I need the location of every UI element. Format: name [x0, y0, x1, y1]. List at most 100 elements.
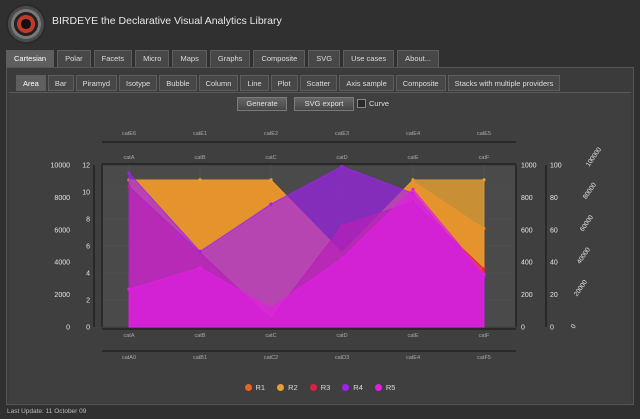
subtab-isotype[interactable]: Isotype: [119, 75, 158, 91]
legend-swatch-icon: [309, 383, 317, 391]
tick-label-bottom-outer: catE4: [406, 355, 420, 361]
subtab-composite[interactable]: Composite: [395, 75, 446, 91]
tab-use-cases[interactable]: Use cases: [343, 50, 395, 67]
legend-swatch-icon: [342, 383, 350, 391]
app-title: BIRDEYE the Declarative Visual Analytics…: [52, 15, 282, 27]
subtab-stacks-with-multiple-providers[interactable]: Stacks with multiple providers: [447, 75, 561, 91]
subtab-piramyd[interactable]: Piramyd: [75, 75, 118, 91]
tick-label-bottom-inner: catF: [479, 333, 490, 339]
tab-composite[interactable]: Composite: [253, 50, 306, 67]
tick-label-top-outer: catE1: [193, 131, 207, 137]
point-r5: [340, 256, 344, 260]
tick-label-bottom-inner: catD: [336, 333, 347, 339]
legend-label: R4: [353, 382, 363, 392]
tick-label-right-inner: 400: [521, 260, 533, 267]
legend-label: R2: [288, 382, 298, 392]
tick-label-left-outer: 0: [66, 325, 70, 332]
tick-label-bottom-inner: catE: [407, 333, 418, 339]
tick-label-right-outer: 80000: [582, 181, 598, 200]
subtab-area[interactable]: Area: [16, 75, 46, 91]
subtab-column[interactable]: Column: [198, 75, 239, 91]
tick-label-bottom-outer: catB1: [193, 355, 207, 361]
subtab-bar[interactable]: Bar: [47, 75, 74, 91]
legend-item-r5: R5: [374, 381, 395, 393]
point-r4: [269, 202, 273, 206]
tick-label-top-inner: catC: [265, 155, 276, 161]
point-r3: [482, 267, 486, 271]
tick-label-top-inner: catF: [479, 155, 490, 161]
point-r2: [411, 178, 415, 182]
tick-label-right-outer: 40000: [576, 246, 592, 265]
tick-label-right-mid: 20: [550, 292, 558, 299]
tick-label-bottom-outer: catF5: [477, 355, 491, 361]
tick-label-right-outer: 100000: [585, 146, 603, 168]
point-r5: [482, 272, 486, 276]
tick-label-right-mid: 40: [550, 260, 558, 267]
tick-label-top-outer: catE5: [477, 131, 491, 137]
main-tabbar: Cartesian Polar Facets Micro Maps Graphs Compo…: [6, 50, 440, 67]
point-r2: [198, 178, 202, 182]
point-r4: [340, 164, 344, 168]
tick-label-bottom-outer: catD3: [335, 355, 349, 361]
tick-label-top-inner: catA: [123, 155, 134, 161]
legend-item-r4: R4: [342, 381, 363, 393]
tab-facets[interactable]: Facets: [93, 50, 133, 67]
tick-label-left-inner: 4: [86, 271, 90, 278]
tick-label-top-inner: catE: [407, 155, 418, 161]
point-r5: [269, 306, 273, 310]
tick-label-left-inner: 6: [86, 244, 90, 251]
tick-label-right-mid: 80: [550, 195, 558, 202]
tick-label-bottom-outer: catC2: [264, 355, 278, 361]
tab-svg[interactable]: SVG: [308, 50, 341, 67]
chart-legend: R1 R2 R3 R4 R5: [0, 381, 640, 393]
tick-label-left-inner: 0: [86, 325, 90, 332]
subtab-axis-sample[interactable]: Axis sample: [339, 75, 394, 91]
tick-label-right-mid: 0: [550, 325, 554, 332]
tick-label-bottom-outer: catA0: [122, 355, 136, 361]
svg-export-button[interactable]: SVG export: [294, 97, 354, 111]
tick-label-left-inner: 2: [86, 298, 90, 305]
tick-label-top-inner: catD: [336, 155, 347, 161]
tab-micro[interactable]: Micro: [135, 50, 170, 67]
tick-label-right-inner: 0: [521, 325, 525, 332]
tab-cartesian[interactable]: Cartesian: [6, 50, 55, 67]
tick-label-top-outer: catE3: [335, 131, 349, 137]
chart-type-tabbar: Area Bar Piramyd Isotype Bubble Column Line Plo…: [16, 75, 561, 91]
tick-label-right-inner: 1000: [521, 163, 537, 170]
legend-label: R1: [255, 382, 266, 392]
legend-swatch-icon: [374, 383, 382, 391]
curve-checkbox[interactable]: [357, 99, 366, 108]
tab-graphs[interactable]: Graphs: [209, 50, 251, 67]
app-header: BIRDEYE the Declarative Visual Analytics…: [0, 0, 640, 46]
tick-label-top-outer: catE2: [264, 131, 278, 137]
tick-label-left-outer: 2000: [54, 292, 70, 299]
tick-label-left-inner: 10: [82, 190, 90, 197]
tab-about[interactable]: About...: [397, 50, 440, 67]
tick-label-bottom-inner: catC: [265, 333, 276, 339]
generate-button[interactable]: Generate: [237, 97, 287, 111]
tick-label-top-outer: catE6: [122, 131, 136, 137]
legend-item-r2: R2: [277, 381, 298, 393]
tick-label-left-outer: 6000: [54, 227, 70, 234]
last-update-text: Last Update: 11 October 09: [7, 408, 87, 415]
legend-item-r3: R3: [309, 381, 331, 393]
subtab-scatter[interactable]: Scatter: [299, 75, 338, 91]
subtab-line[interactable]: Line: [240, 75, 269, 91]
point-r5: [198, 266, 202, 270]
tick-label-right-inner: 600: [521, 227, 533, 234]
legend-label: R3: [320, 382, 331, 392]
birdeye-logo-icon: [6, 4, 46, 44]
tab-polar[interactable]: Polar: [57, 50, 91, 67]
tick-label-left-inner: 12: [82, 163, 90, 170]
legend-swatch-icon: [244, 383, 252, 391]
point-r4: [127, 171, 131, 175]
point-r5: [127, 287, 131, 291]
point-r2: [482, 178, 486, 182]
tick-label-top-outer: catE4: [406, 131, 420, 137]
subtab-plot[interactable]: Plot: [270, 75, 298, 91]
curve-label: Curve: [369, 99, 390, 108]
legend-item-r1: R1: [244, 381, 266, 393]
tab-maps[interactable]: Maps: [172, 50, 207, 67]
subtab-bubble[interactable]: Bubble: [159, 75, 197, 91]
tick-label-bottom-inner: catA: [123, 333, 134, 339]
